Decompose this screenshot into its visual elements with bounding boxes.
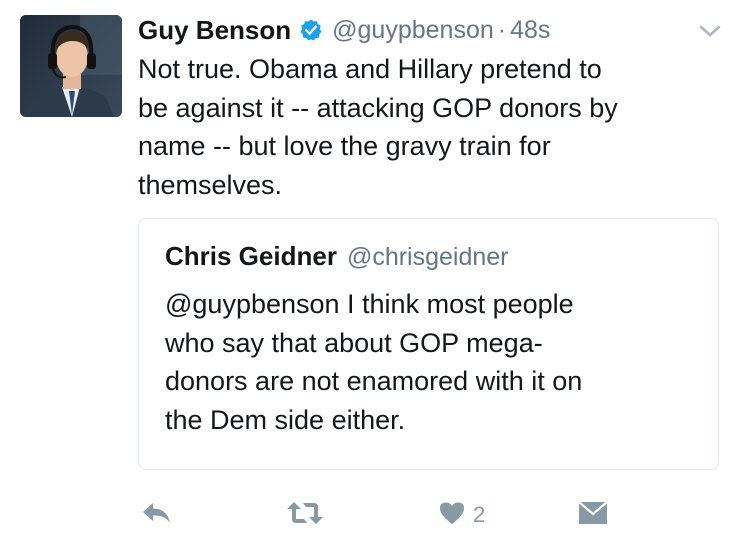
tweet-header: Guy Benson @guypbenson · 48s xyxy=(138,12,550,48)
avatar[interactable] xyxy=(20,15,122,117)
heart-icon xyxy=(438,500,466,531)
like-button[interactable]: 2 xyxy=(438,492,485,538)
quoted-tweet-text: @guypbenson I think most people who say … xyxy=(165,289,583,435)
timestamp[interactable]: 48s xyxy=(510,16,550,45)
tweet-actions: 2 xyxy=(0,492,744,538)
author-display-name[interactable]: Guy Benson xyxy=(138,15,291,46)
reply-button[interactable] xyxy=(140,492,174,538)
like-count: 2 xyxy=(473,502,486,527)
direct-message-button[interactable] xyxy=(577,492,609,538)
quoted-tweet[interactable]: Chris Geidner @chrisgeidner @guypbenson … xyxy=(138,218,719,470)
reply-icon xyxy=(140,499,174,532)
quoted-tweet-header: Chris Geidner @chrisgeidner xyxy=(165,241,509,272)
tweet-text: Not true. Obama and Hillary pretend to b… xyxy=(138,54,618,200)
quoted-author-handle: @chrisgeidner xyxy=(346,243,509,271)
envelope-icon xyxy=(577,500,609,531)
quoted-author-display-name: Chris Geidner xyxy=(165,241,337,271)
retweet-button[interactable] xyxy=(285,492,325,538)
author-handle[interactable]: @guypbenson xyxy=(332,16,494,45)
chevron-down-icon[interactable] xyxy=(697,20,723,42)
header-separator: · xyxy=(497,15,507,44)
verified-badge-icon xyxy=(299,18,323,42)
retweet-icon xyxy=(285,499,325,532)
profile-photo xyxy=(20,15,122,117)
